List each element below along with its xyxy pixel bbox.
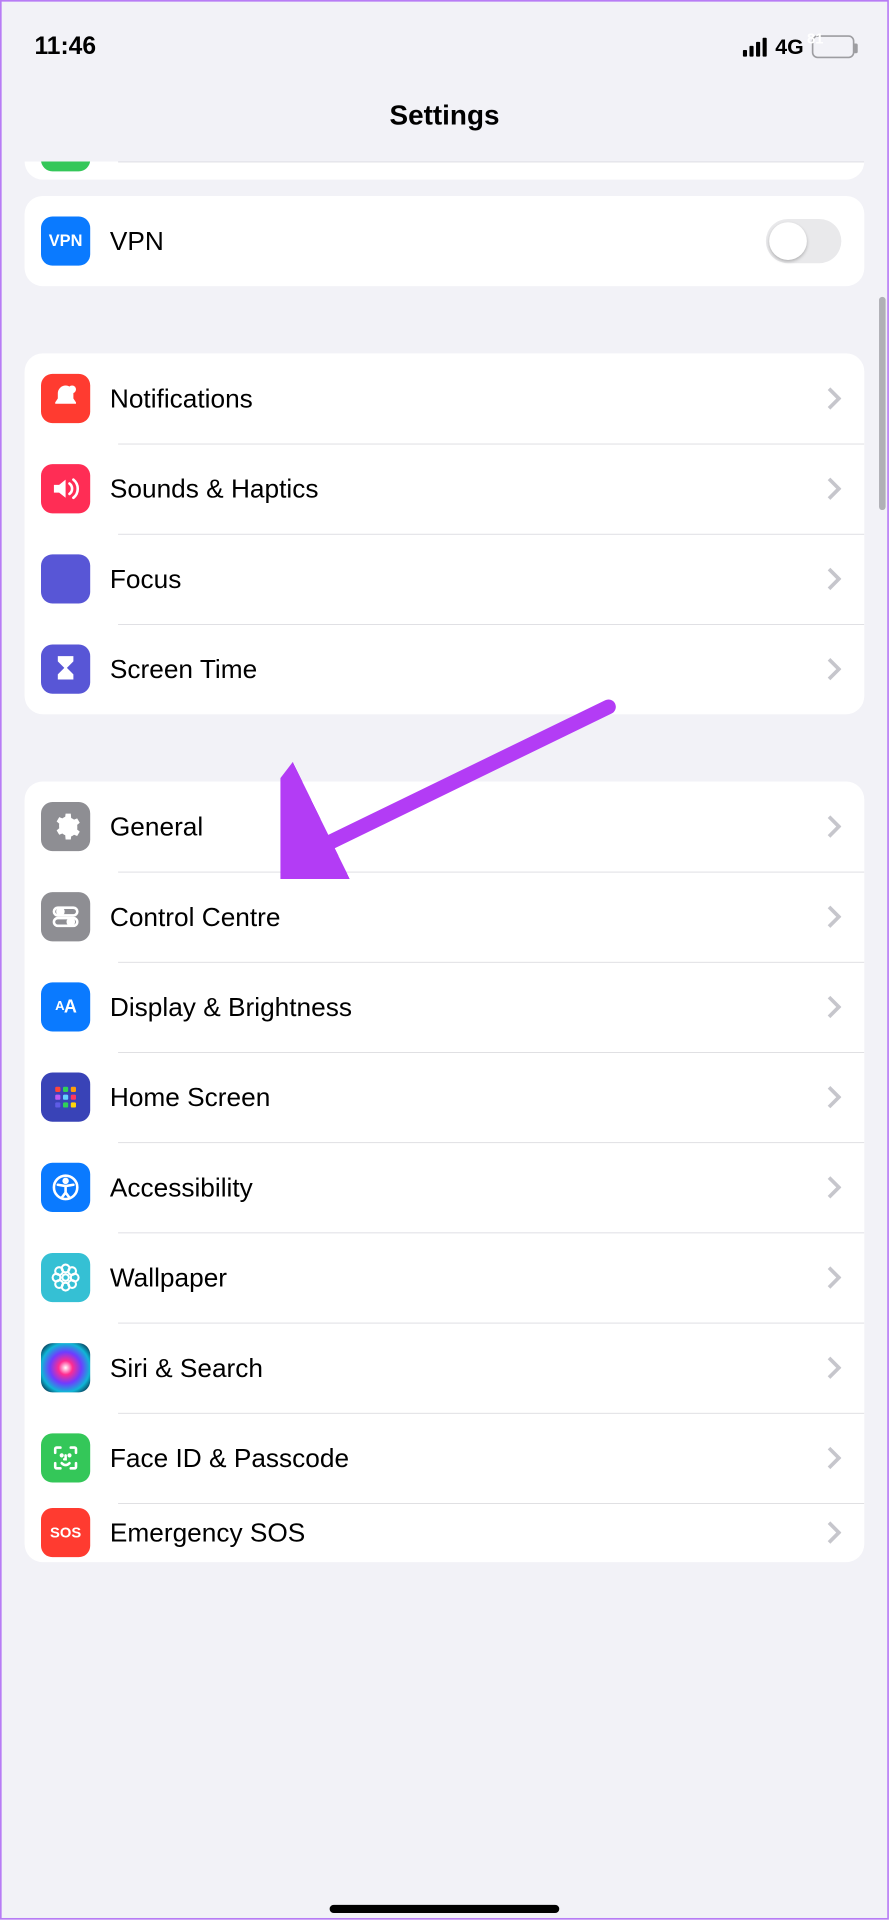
page-title: Settings xyxy=(2,75,888,161)
chevron-right-icon xyxy=(827,1265,842,1290)
faceid-icon xyxy=(41,1433,90,1482)
row-label: Display & Brightness xyxy=(110,992,807,1022)
row-control-centre[interactable]: Control Centre xyxy=(25,872,865,962)
sos-icon: SOS xyxy=(41,1508,90,1557)
status-bar: 11:46 4G 81 xyxy=(2,2,888,76)
cellular-bars-icon xyxy=(743,37,767,56)
scroll-indicator xyxy=(879,297,886,510)
row-label: Focus xyxy=(110,564,807,594)
vpn-icon: VPN xyxy=(41,216,90,265)
chevron-right-icon xyxy=(827,567,842,592)
chevron-right-icon xyxy=(827,1520,842,1545)
row-wallpaper[interactable]: Wallpaper xyxy=(25,1232,865,1322)
row-label: Emergency SOS xyxy=(110,1517,807,1547)
chevron-right-icon xyxy=(827,1085,842,1110)
row-accessibility[interactable]: Accessibility xyxy=(25,1142,865,1232)
chevron-right-icon xyxy=(827,995,842,1020)
switches-icon xyxy=(41,892,90,941)
group-connectivity: VPN VPN xyxy=(25,196,865,286)
battery-icon: 81 xyxy=(812,35,855,58)
row-label: Notifications xyxy=(110,383,807,413)
row-faceid[interactable]: Face ID & Passcode xyxy=(25,1413,865,1503)
row-label: Control Centre xyxy=(110,902,807,932)
group-alerts: Notifications Sounds & Haptics Focus Scr… xyxy=(25,353,865,714)
network-label: 4G xyxy=(775,34,803,59)
speaker-icon xyxy=(41,464,90,513)
row-label: General xyxy=(110,811,807,841)
chevron-right-icon xyxy=(827,1446,842,1471)
row-focus[interactable]: Focus xyxy=(25,534,865,624)
moon-icon xyxy=(41,554,90,603)
row-label: Wallpaper xyxy=(110,1262,807,1292)
status-time: 11:46 xyxy=(34,33,96,61)
row-label: Home Screen xyxy=(110,1082,807,1112)
hourglass-icon xyxy=(41,645,90,694)
row-home-screen[interactable]: Home Screen xyxy=(25,1052,865,1142)
vpn-toggle[interactable] xyxy=(766,219,841,263)
chevron-right-icon xyxy=(827,904,842,929)
row-general[interactable]: General xyxy=(25,781,865,871)
previous-group-peek xyxy=(25,162,865,180)
chevron-right-icon xyxy=(827,657,842,682)
chevron-right-icon xyxy=(827,814,842,839)
flower-icon xyxy=(41,1253,90,1302)
row-vpn[interactable]: VPN VPN xyxy=(25,196,865,286)
gear-icon xyxy=(41,802,90,851)
bell-badge-icon xyxy=(41,374,90,423)
chevron-right-icon xyxy=(827,476,842,501)
chevron-right-icon xyxy=(827,1355,842,1380)
row-label: Face ID & Passcode xyxy=(110,1443,807,1473)
row-label: Sounds & Haptics xyxy=(110,474,807,504)
app-grid-icon xyxy=(41,1073,90,1122)
home-indicator xyxy=(330,1905,560,1913)
aa-icon: AA xyxy=(41,982,90,1031)
row-label: Screen Time xyxy=(110,654,807,684)
row-label-vpn: VPN xyxy=(110,226,746,256)
do-not-disturb-icon xyxy=(104,33,125,61)
siri-icon xyxy=(41,1343,90,1392)
row-label: Accessibility xyxy=(110,1172,807,1202)
row-siri[interactable]: Siri & Search xyxy=(25,1323,865,1413)
group-general: General Control Centre AA Display & Brig… xyxy=(25,781,865,1562)
row-sounds[interactable]: Sounds & Haptics xyxy=(25,444,865,534)
row-label: Siri & Search xyxy=(110,1353,807,1383)
accessibility-icon xyxy=(41,1163,90,1212)
chevron-right-icon xyxy=(827,1175,842,1200)
row-notifications[interactable]: Notifications xyxy=(25,353,865,443)
row-display[interactable]: AA Display & Brightness xyxy=(25,962,865,1052)
chevron-right-icon xyxy=(827,386,842,411)
row-sos[interactable]: SOS Emergency SOS xyxy=(25,1503,865,1562)
row-screen-time[interactable]: Screen Time xyxy=(25,624,865,714)
